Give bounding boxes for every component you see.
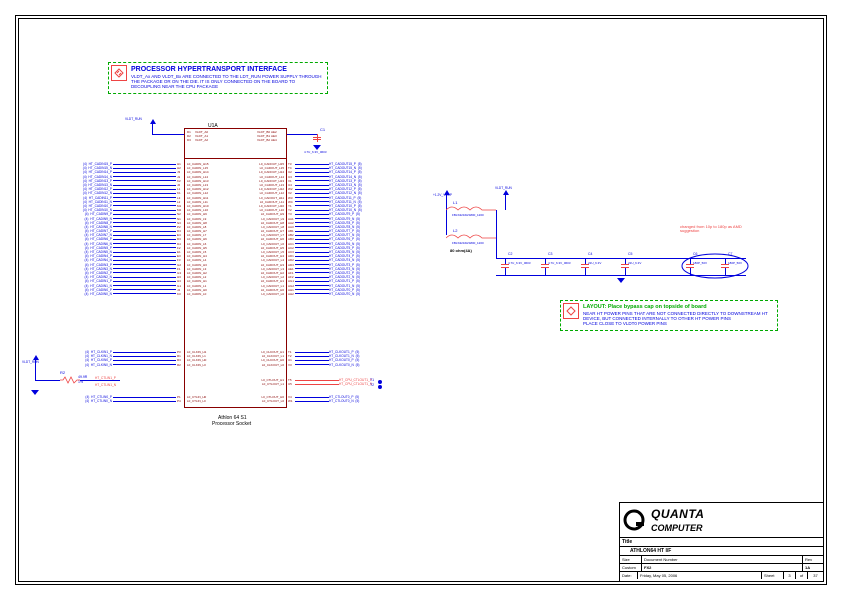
sheet-title-lbl: Title bbox=[620, 538, 823, 546]
c1-plate2 bbox=[313, 139, 321, 140]
sheet-lbl: Sheet bbox=[762, 572, 784, 579]
left-inside-bank: L0_CADIN_H15L0_CADIN_L15L0_CADIN_H14L0_C… bbox=[186, 162, 221, 296]
wire-vldtrun bbox=[152, 124, 153, 134]
ctl-left-bank: (4) HT_CTLIN0_PP1(4) HT_CTLIN0_NP4 bbox=[58, 395, 184, 403]
tp1: T1 bbox=[370, 378, 374, 382]
l1-ref: L1 bbox=[453, 200, 457, 205]
note-icon bbox=[111, 65, 127, 81]
note1-title: PROCESSOR HYPERTRANSPORT INTERFACE bbox=[131, 66, 322, 73]
ind-note: 80 ohm(4A) bbox=[450, 248, 472, 253]
wire-rail-v bbox=[496, 210, 497, 258]
wire-c1 bbox=[287, 134, 317, 135]
company-name-1: QUANTA bbox=[646, 505, 709, 523]
top-pins-left: D1VLDT_A0 D2VLDT_A1 D3VLDT_A2 bbox=[186, 130, 229, 143]
ctl-right-inside: L0_CTLOUT_H0L0_CTLOUT_L0 bbox=[234, 395, 284, 403]
left-cadin-bank: (4) HT_CADIN15_PH1(4) HT_CADIN15_NH2(4) … bbox=[58, 162, 184, 296]
note-hypertransport: PROCESSOR HYPERTRANSPORT INTERFACE VLDT_… bbox=[108, 62, 328, 94]
signal-row: (4) HT_CLKIN0_NR2 bbox=[58, 363, 184, 367]
l2-ref: L2 bbox=[453, 228, 457, 233]
clk-right-inside: L0_CLKOUT_H1L0_CLKOUT_L1L0_CLKOUT_H0L0_C… bbox=[234, 350, 284, 367]
signal-row: AH2HT_CADOUT0_N (5) bbox=[287, 292, 397, 296]
rev-val: 1A bbox=[803, 564, 823, 571]
wire-r2out bbox=[80, 380, 120, 381]
right-inside-bank: L0_CADOUT_H15L0_CADOUT_L15L0_CADOUT_H14L… bbox=[234, 162, 284, 296]
r2-ref: R2 bbox=[60, 370, 65, 375]
doc-lbl: Document Number bbox=[642, 556, 803, 563]
wire-vccp-v bbox=[446, 195, 447, 235]
net-vldtrun-bot: VLDT_RUN bbox=[22, 360, 39, 364]
signal-row: (4) HT_CTLIN0_NP4 bbox=[58, 399, 184, 403]
size-val: Custom bbox=[620, 564, 642, 571]
net-vldtrun-r: VLDT_RUN bbox=[495, 186, 512, 190]
change-ellipse bbox=[680, 252, 750, 282]
clk-left-inside: L0_CLKIN_H1L0_CLKIN_L1L0_CLKIN_H0L0_CLKI… bbox=[186, 350, 221, 367]
ctl-right-bank: V4HT_CTLOUT0_P (5)W1HT_CTLOUT0_N (5) bbox=[287, 395, 397, 403]
tp1-dot bbox=[378, 380, 382, 384]
title-block: QUANTA COMPUTER Title ATHLON64 HT I/F Si… bbox=[619, 502, 824, 582]
tp2-dot bbox=[378, 385, 382, 389]
sheet-title: ATHLON64 HT I/F bbox=[620, 547, 823, 555]
top-pins-right: VLDT_B0AE2 VLDT_B1AE3 VLDT_B2AE4 bbox=[240, 130, 278, 143]
sheet-num: 3 bbox=[784, 572, 796, 579]
note-layout: LAYOUT: Place bypass cap on topside of b… bbox=[560, 300, 778, 331]
c1-ref: C1 bbox=[320, 127, 325, 132]
wire-vldtrun-rv bbox=[505, 195, 506, 210]
tp2: T2 bbox=[370, 383, 374, 387]
chip-desc2: Processor Socket bbox=[212, 421, 251, 427]
wire-r2h bbox=[35, 380, 60, 381]
wire-r2v bbox=[35, 360, 36, 380]
power-arrow-vldtrun bbox=[150, 119, 156, 124]
signal-row: W1HT_CTLOUT0_N (5) bbox=[287, 399, 397, 403]
l1-val: FBLS3216HS800_1200 bbox=[452, 213, 484, 217]
resistor-r2 bbox=[60, 376, 80, 384]
signal-row: V3HT_CLKOUT0_N (5) bbox=[287, 363, 397, 367]
cap-gnd bbox=[617, 278, 625, 283]
doc-val: FX2 bbox=[642, 564, 803, 571]
date-val: Friday, May 05, 2006 bbox=[638, 572, 762, 579]
clk-right-bank: T1HT_CLKOUT1_P (5)T2HT_CLKOUT1_N (5)U1HT… bbox=[287, 350, 397, 367]
c1-plate1 bbox=[313, 137, 321, 138]
clk-left-bank: (4) HT_CLKIN1_PP3(4) HT_CLKIN1_NR1(4) HT… bbox=[58, 350, 184, 367]
c1-val: 4.7U_6.3V_0603 bbox=[304, 150, 327, 154]
date-lbl: Date: bbox=[620, 572, 638, 579]
power-arrow-vldtrun-r bbox=[503, 190, 509, 195]
company-name-2: COMPUTER bbox=[646, 523, 709, 535]
ctl-extra-inside: L0_CTLOUT_H1L0_CTLOUT_L1 bbox=[234, 378, 284, 386]
l2-val: FBLS3216HS800_1200 bbox=[452, 241, 484, 245]
r2-gnd bbox=[31, 390, 39, 395]
right-cadout-bank: T3HT_CADOUT15_P (5)T4HT_CADOUT15_N (5)U2… bbox=[287, 162, 397, 296]
c1-sym bbox=[317, 134, 318, 142]
net-vldtrun-top: VLDT_RUN bbox=[125, 117, 142, 121]
note2-title: LAYOUT: Place bypass cap on topside of b… bbox=[583, 304, 772, 310]
rev-lbl: Rev bbox=[803, 556, 823, 563]
note2-icon bbox=[563, 303, 579, 319]
of-lbl: of bbox=[796, 572, 808, 579]
net-vccp: +1.2V_VCCP bbox=[433, 193, 452, 197]
size-lbl: Size bbox=[620, 556, 642, 563]
signal-row: (4) HT_CADIN0_NK3 bbox=[58, 292, 184, 296]
r2-net1: HT_CTLIN1_P bbox=[95, 376, 116, 380]
r2-val: 49.9R bbox=[78, 375, 87, 379]
note2-body: NEAR HT POWER PINS THAT ARE NOT CONNECTE… bbox=[583, 312, 772, 327]
change-note: changed from 10p to 180p as AMD suggesti… bbox=[680, 225, 750, 234]
wire-vldtrun-h bbox=[152, 134, 184, 135]
note1-body: VLDT_Ax AND VLDT_Bx ARE CONNECTED TO THE… bbox=[131, 75, 322, 90]
r2-net2: HT_CTLIN1_N bbox=[95, 383, 116, 387]
logo-icon bbox=[622, 508, 646, 532]
sheet-total: 37 bbox=[808, 572, 823, 579]
ctl-left-inside: L0_CTLIN_H0L0_CTLIN_L0 bbox=[186, 395, 221, 403]
